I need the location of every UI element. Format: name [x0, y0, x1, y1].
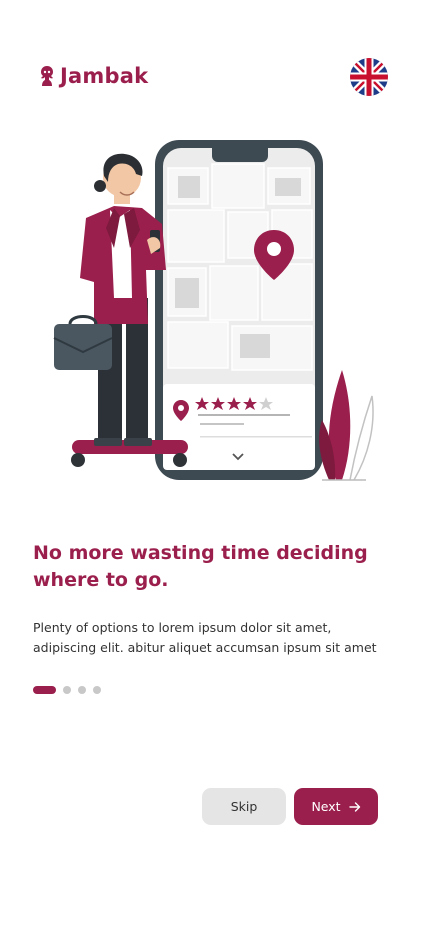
arrow-right-icon	[348, 801, 360, 812]
mascot-icon	[41, 66, 53, 86]
onboarding-title: No more wasting time deciding where to g…	[33, 542, 368, 591]
skip-button-label: Skip	[230, 799, 258, 814]
page-dot-active[interactable]	[33, 686, 56, 694]
phone-illustration	[155, 140, 323, 480]
onboarding-description: Plenty of options to lorem ipsum dolor s…	[33, 620, 377, 655]
header: Jambak	[38, 58, 388, 98]
page-indicator	[33, 686, 101, 694]
plant-illustration	[319, 370, 374, 481]
page-dot[interactable]	[93, 686, 101, 694]
uk-flag-icon	[350, 58, 388, 96]
page-dot[interactable]	[63, 686, 71, 694]
next-button[interactable]: Next	[294, 788, 378, 825]
page-dot[interactable]	[78, 686, 86, 694]
skip-button[interactable]: Skip	[202, 788, 286, 825]
brand-logo: Jambak	[38, 64, 148, 88]
brand-name: Jambak	[60, 64, 149, 88]
next-button-label: Next	[311, 799, 341, 814]
language-button[interactable]	[350, 58, 388, 96]
onboarding-illustration	[53, 140, 374, 481]
